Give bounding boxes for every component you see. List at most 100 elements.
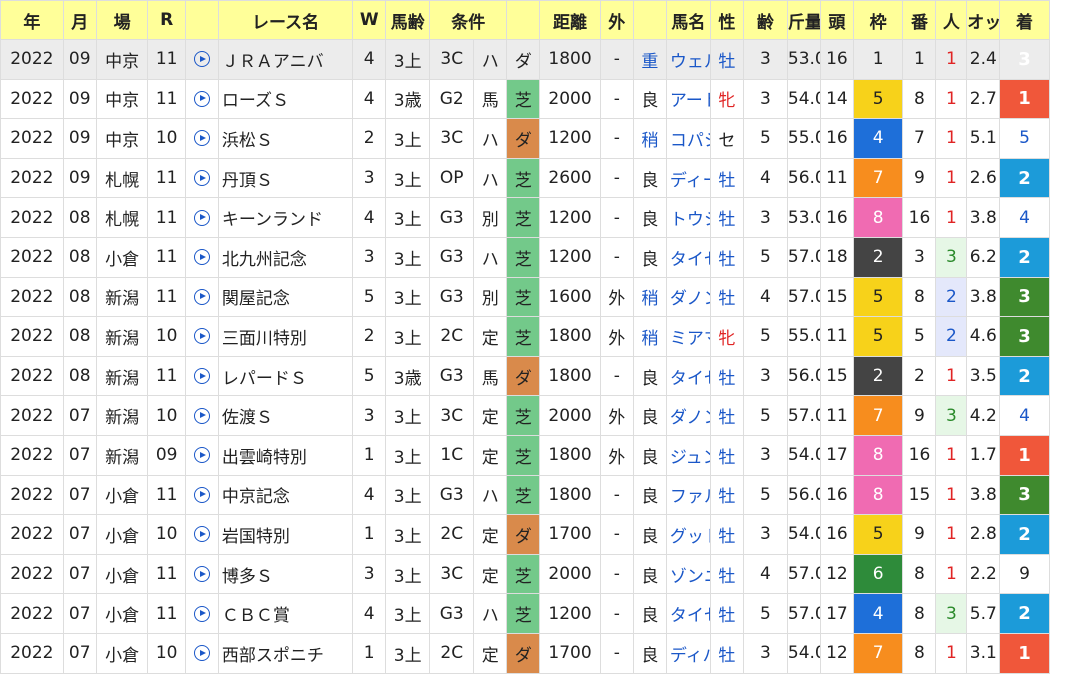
table-row[interactable]: 202207新潟09出雲崎特別13上1C定芝1800外良ジュンブロッサム牡354…	[0, 434, 1083, 476]
cell-video[interactable]	[184, 553, 219, 595]
horse-name-link[interactable]: ダノンザキッド	[665, 276, 711, 318]
table-row[interactable]: 202209中京11ローズＳ43歳G2馬芝2000-良アートハウス牝354.01…	[0, 78, 1083, 120]
play-video-icon[interactable]	[193, 288, 210, 305]
table-row[interactable]: 202208小倉11北九州記念33上G3ハ芝1200-良タイセイビジョン牡557…	[0, 236, 1083, 278]
play-video-icon[interactable]	[193, 447, 210, 464]
horse-name-link[interactable]: グットディール	[665, 514, 711, 555]
cell-video[interactable]	[184, 78, 219, 120]
play-video-icon[interactable]	[193, 566, 210, 583]
cell-month: 09	[62, 157, 97, 199]
cell-video[interactable]	[184, 434, 219, 476]
header-condition[interactable]: 条件	[429, 0, 508, 40]
cell-race-no: 11	[147, 78, 186, 120]
horse-name-link[interactable]: ファルコニア	[665, 474, 711, 516]
cell-odds: 4.6	[966, 316, 1001, 357]
header-age[interactable]: 馬齢	[385, 0, 431, 40]
table-row[interactable]: 202207小倉11ＣＢＣ賞43上G3ハ芝1200-良タイセイビジョン牡557.…	[0, 593, 1083, 634]
header-number[interactable]: 番	[902, 0, 937, 40]
table-row[interactable]: 202207小倉11中京記念43上G3ハ芝1800-良ファルコニア牡556.01…	[0, 474, 1083, 516]
cell-video[interactable]	[184, 39, 219, 80]
cell-video[interactable]	[184, 514, 219, 555]
table-row[interactable]: 202209札幌11丹頂Ｓ33上OPハ芝2600-良ディープモンスター牡456.…	[0, 157, 1083, 199]
cell-video[interactable]	[184, 395, 219, 436]
header-w[interactable]: W	[352, 0, 387, 40]
table-row[interactable]: 202207小倉10西部スポニチ13上2C定ダ1700-良ディパッセ牡354.0…	[0, 632, 1083, 674]
cell-video[interactable]	[184, 474, 219, 516]
play-video-icon[interactable]	[193, 605, 210, 622]
cell-video[interactable]	[184, 157, 219, 199]
cell-heads: 14	[819, 78, 854, 120]
table-row[interactable]: 202207小倉10岩国特別13上2C定ダ1700-良グットディール牡354.0…	[0, 514, 1083, 555]
header-weight[interactable]: 斤量	[786, 0, 821, 40]
header-odds[interactable]: オッズ	[966, 0, 1001, 40]
header-heads[interactable]: 頭	[819, 0, 854, 40]
header-waku[interactable]: 枠	[852, 0, 904, 40]
cell-year: 2022	[0, 553, 64, 595]
horse-name-link[interactable]: ウェルカムニュース	[665, 39, 711, 80]
cell-video[interactable]	[184, 236, 219, 278]
cell-venue: 新潟	[95, 355, 149, 397]
cell-venue: 小倉	[95, 593, 149, 634]
table-row[interactable]: 202207小倉11 博多Ｓ33上3C定芝2000-良ゾンニッヒ牡457.0126…	[0, 553, 1083, 595]
horse-name-link[interactable]: タイセイドレフォン	[665, 355, 711, 397]
cell-number: 15	[902, 474, 937, 516]
table-row[interactable]: 202208札幌11キーンランド43上G3別芝1200-良トウシンマカオ牡353…	[0, 197, 1083, 238]
play-video-icon[interactable]	[193, 51, 210, 68]
header-horse-name[interactable]: 馬名	[665, 0, 711, 40]
play-video-icon[interactable]	[193, 328, 210, 345]
play-video-icon[interactable]	[193, 486, 210, 503]
horse-name-link[interactable]: ディパッセ	[665, 632, 711, 674]
header-popularity[interactable]: 人	[935, 0, 968, 40]
table-row[interactable]: 202208新潟10三面川特別23上2C定芝1800外稍ミアマンテ牝555.01…	[0, 316, 1083, 357]
header-month[interactable]: 月	[62, 0, 97, 40]
cell-popularity: 1	[935, 157, 968, 199]
cell-video[interactable]	[184, 632, 219, 674]
horse-name-link[interactable]: アートハウス	[665, 78, 711, 120]
play-video-icon[interactable]	[193, 249, 210, 266]
play-video-icon[interactable]	[193, 209, 210, 226]
play-video-icon[interactable]	[193, 645, 210, 662]
cell-w: 3	[352, 157, 387, 199]
table-row[interactable]: 202209中京10浜松Ｓ23上3Cハダ1200-稍コパシーナセ555.0164…	[0, 118, 1083, 159]
horse-name-link[interactable]: トウシンマカオ	[665, 197, 711, 238]
header-outer[interactable]: 外	[599, 0, 634, 40]
cell-video[interactable]	[184, 276, 219, 318]
header-venue[interactable]: 場	[95, 0, 149, 40]
play-video-icon[interactable]	[193, 526, 210, 543]
horse-name-link[interactable]: ディープモンスター	[665, 157, 711, 199]
cell-video[interactable]	[184, 593, 219, 634]
cell-waku: 5	[852, 276, 904, 318]
play-video-icon[interactable]	[193, 368, 210, 385]
header-race-no[interactable]: R	[147, 0, 186, 40]
header-horse-age[interactable]: 齢	[742, 0, 788, 40]
horse-name-link[interactable]: タイセイビジョン	[665, 593, 711, 634]
play-video-icon[interactable]	[193, 90, 210, 107]
horse-name-link[interactable]: ダノンレガーロ	[665, 395, 711, 436]
play-video-icon[interactable]	[193, 407, 210, 424]
horse-name-link[interactable]: コパシーナ	[665, 118, 711, 159]
table-row[interactable]: 202209中京11ＪＲＡアニバ43上3Cハダ1800-重ウェルカムニュース牡3…	[0, 39, 1083, 80]
cell-finish: 2	[999, 157, 1050, 199]
horse-name-link[interactable]: ゾンニッヒ	[665, 553, 711, 595]
header-distance[interactable]: 距離	[539, 0, 601, 40]
cell-w: 4	[352, 39, 387, 80]
cell-age: 3上	[385, 197, 431, 238]
table-row[interactable]: 202207新潟10佐渡Ｓ33上3C定芝2000外良ダノンレガーロ牡557.01…	[0, 395, 1083, 436]
cell-heads: 16	[819, 197, 854, 238]
header-sex[interactable]: 性	[709, 0, 744, 40]
cell-video[interactable]	[184, 316, 219, 357]
cell-video[interactable]	[184, 118, 219, 159]
header-finish[interactable]: 着	[999, 0, 1050, 40]
header-race-name[interactable]: レース名	[217, 0, 354, 40]
header-year[interactable]: 年	[0, 0, 64, 40]
table-row[interactable]: 202208新潟11 レパードＳ53歳G3馬ダ1800-良タイセイドレフォン牡35…	[0, 355, 1083, 397]
horse-name-link[interactable]: タイセイビジョン	[665, 236, 711, 278]
cell-video[interactable]	[184, 355, 219, 397]
play-video-icon[interactable]	[193, 130, 210, 147]
horse-name-link[interactable]: ミアマンテ	[665, 316, 711, 357]
cell-video[interactable]	[184, 197, 219, 238]
cell-surface: 芝	[506, 395, 541, 436]
table-row[interactable]: 202208新潟11関屋記念53上G3別芝1600外稍ダノンザキッド牡457.0…	[0, 276, 1083, 318]
horse-name-link[interactable]: ジュンブロッサム	[665, 434, 711, 476]
play-video-icon[interactable]	[193, 170, 210, 187]
